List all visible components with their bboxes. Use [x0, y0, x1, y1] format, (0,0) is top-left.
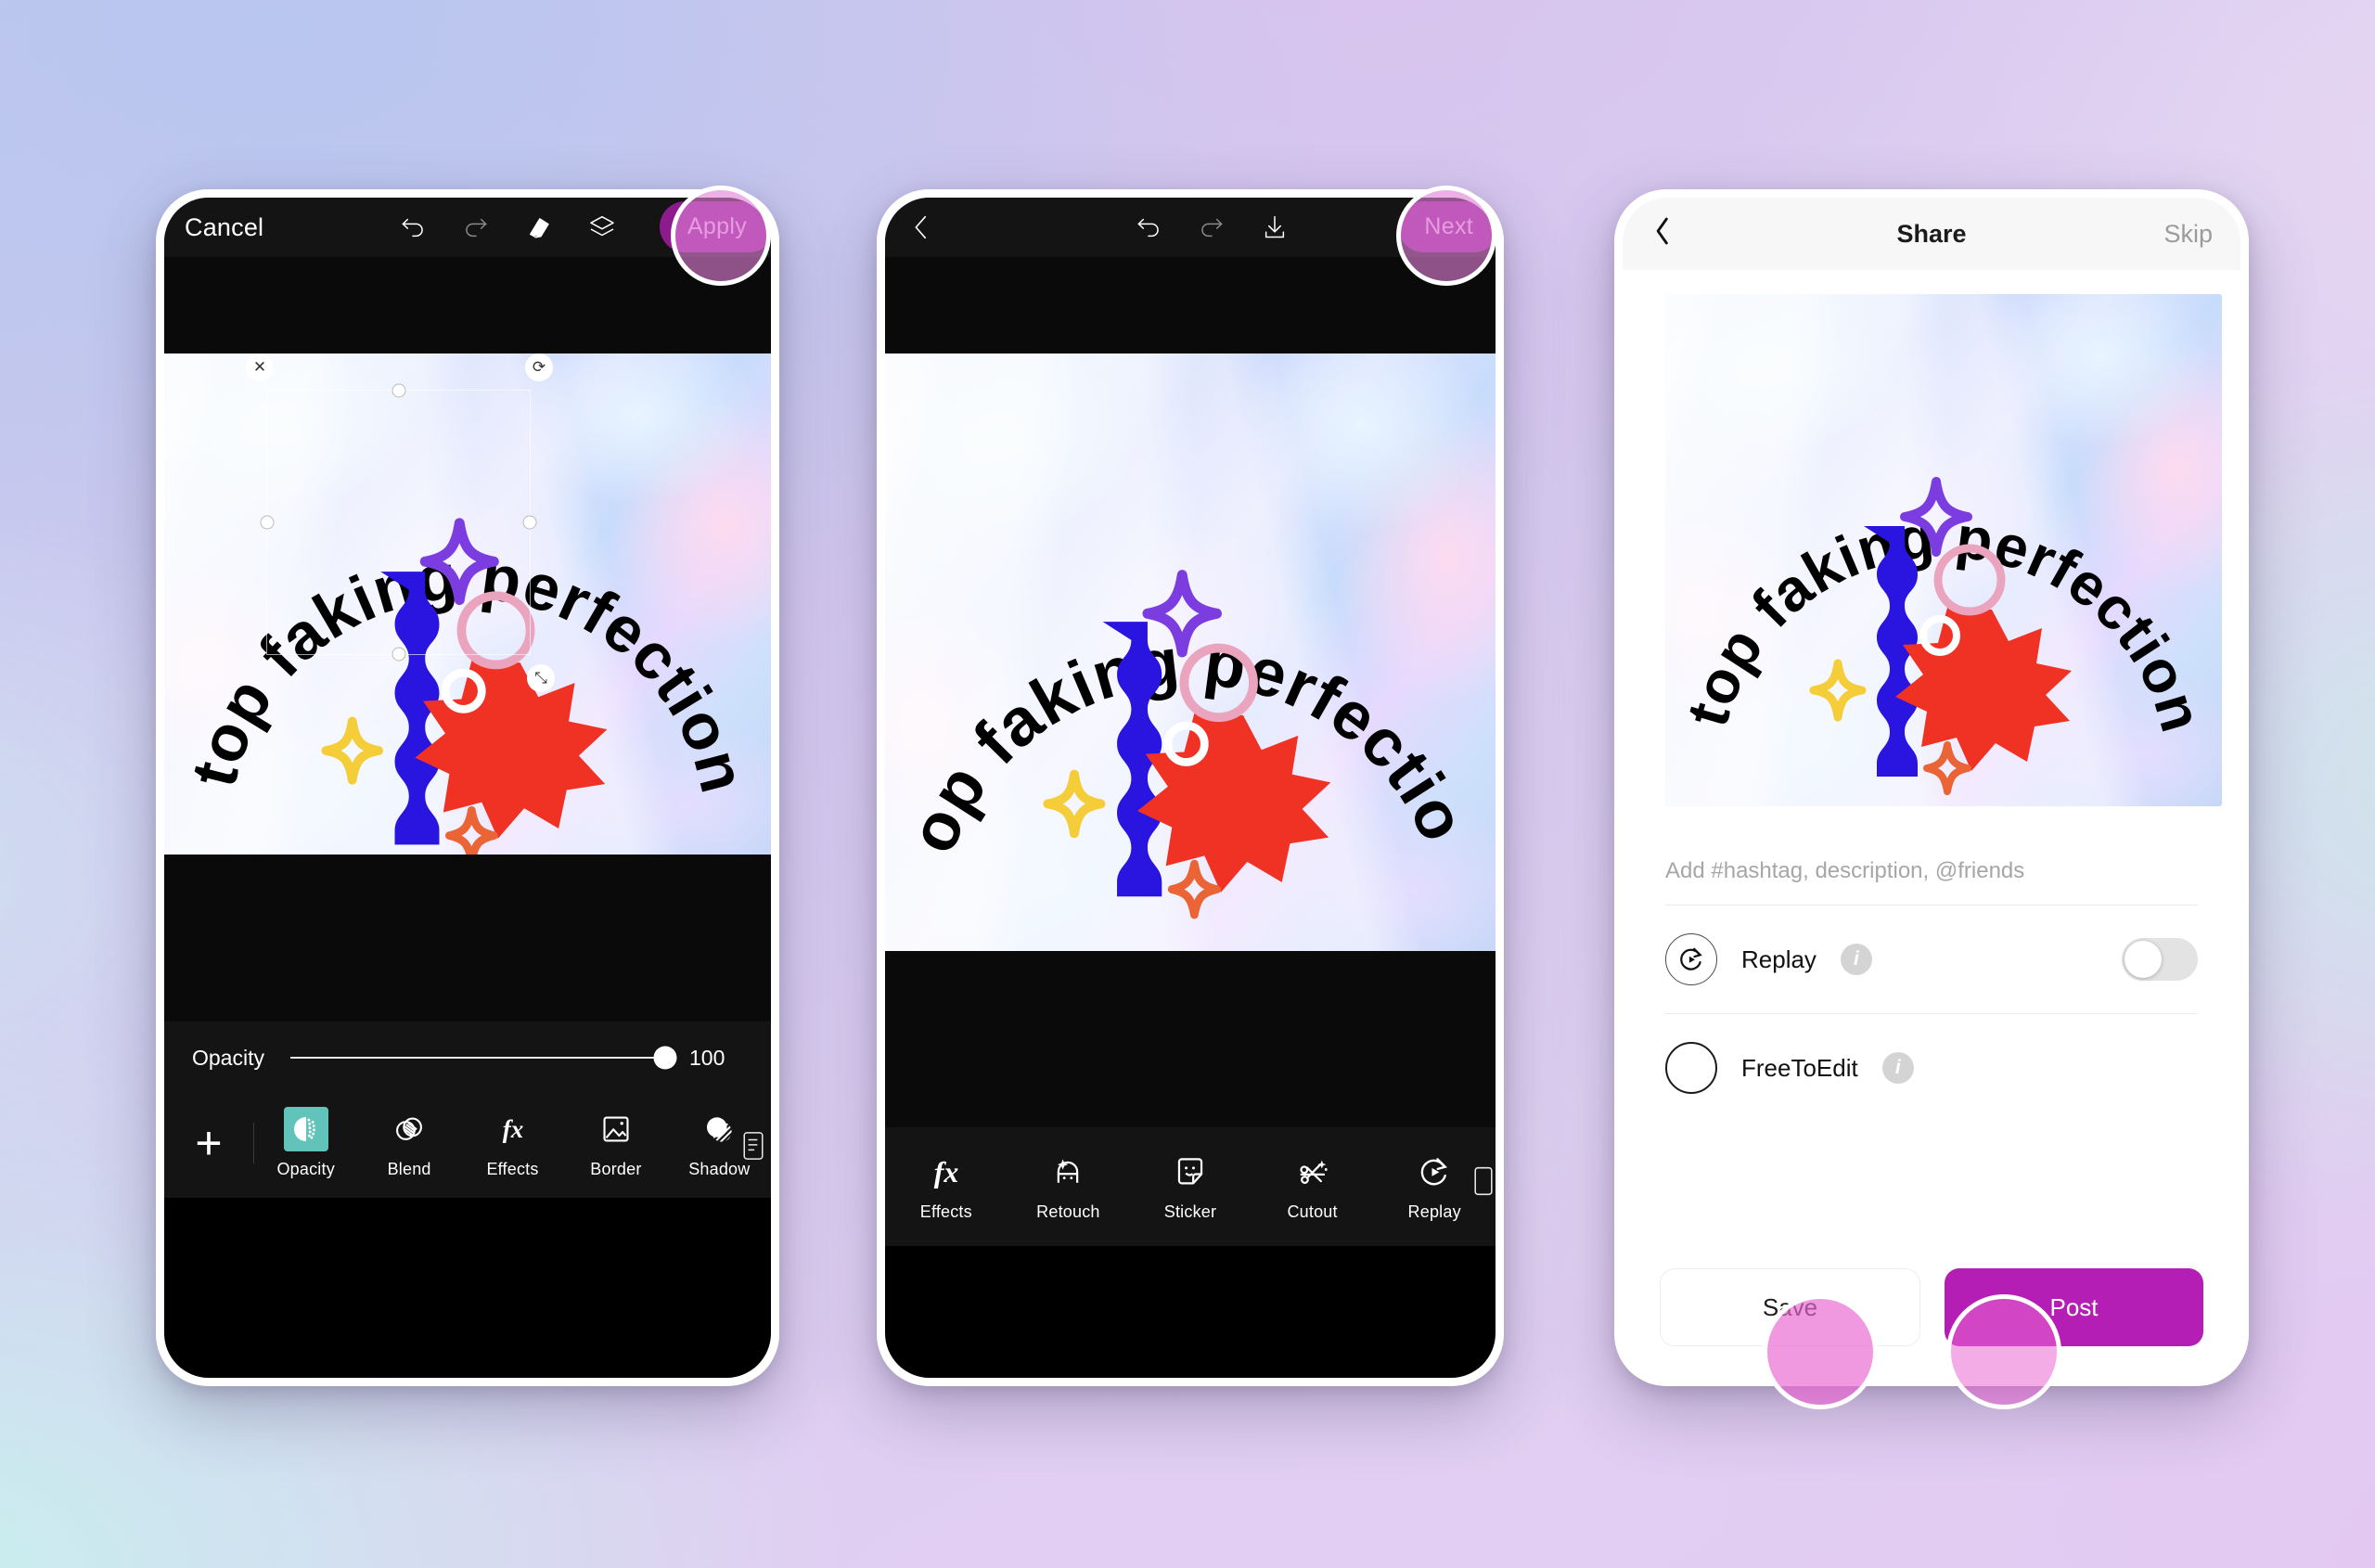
delete-layer-icon[interactable]: ✕ [246, 353, 274, 381]
share-header: Share Skip [1623, 198, 2240, 270]
info-icon[interactable]: i [1881, 1052, 1914, 1084]
blend-icon [387, 1107, 431, 1151]
tool-label: Retouch [1036, 1202, 1100, 1221]
option-row-freetoedit[interactable]: FreeToEdit i [1665, 1014, 2198, 1122]
rotate-layer-icon[interactable]: ⟳ [525, 353, 553, 381]
phone-editor-layers: Cancel Apply top faking perfection ✕ ⟳ ⤡… [156, 189, 779, 1386]
layers-icon[interactable] [586, 212, 618, 243]
clipboard-icon[interactable] [1473, 1165, 1494, 1202]
tool-blend[interactable]: Blend [357, 1107, 460, 1179]
layer-tool-strip: + Opacity Blend fx Effects Border Shadow [164, 1094, 771, 1198]
tool-opacity[interactable]: Opacity [254, 1107, 357, 1179]
yellow-sparkle-shape [1043, 769, 1106, 839]
svg-text:fx: fx [934, 1156, 959, 1189]
tool-label: Cutout [1287, 1202, 1338, 1221]
editor-top-bar: Cancel Apply [164, 198, 771, 257]
sticker-icon [1168, 1150, 1213, 1194]
selection-handle-top[interactable] [392, 383, 405, 398]
info-icon[interactable]: i [1840, 944, 1872, 975]
artwork-layer: Stop faking perfections [1665, 294, 2222, 806]
page-title: Share [1896, 219, 1967, 248]
circle-icon[interactable] [1665, 1042, 1717, 1094]
tool-label: Replay [1407, 1202, 1461, 1221]
opacity-icon [283, 1107, 328, 1151]
tool-label: Effects [486, 1160, 539, 1178]
post-preview-image[interactable]: Stop faking perfections [1665, 294, 2222, 806]
border-icon [594, 1107, 638, 1151]
tool-retouch[interactable]: Retouch [1008, 1150, 1130, 1222]
canvas-top-letterbox [885, 257, 1496, 353]
tool-border[interactable]: Border [564, 1107, 667, 1179]
yellow-sparkle-shape [1809, 659, 1867, 722]
tool-label: Effects [919, 1202, 972, 1221]
editor-canvas[interactable]: Stop faking perfections [885, 353, 1496, 951]
add-layer-button[interactable]: + [164, 1120, 253, 1166]
redo-icon[interactable] [1196, 212, 1227, 243]
opacity-slider-row[interactable]: Opacity 100 [164, 1022, 771, 1094]
yellow-sparkle-shape [321, 716, 383, 785]
replay-icon [1412, 1150, 1457, 1194]
selection-handle-bottom[interactable] [392, 647, 405, 662]
undo-icon[interactable] [397, 212, 429, 243]
fx-icon: fx [491, 1107, 535, 1151]
post-button[interactable]: Post [1945, 1268, 2203, 1346]
hashtag-input[interactable]: Add #hashtag, description, @friends [1665, 858, 2198, 884]
download-icon[interactable] [1259, 212, 1290, 243]
tool-label: Border [590, 1160, 642, 1178]
editor-canvas[interactable]: Stop faking perfections [164, 353, 771, 855]
tool-label: Blend [387, 1160, 431, 1178]
replay-toggle[interactable] [2122, 938, 2198, 981]
selection-box[interactable]: ✕ ⟳ ⤡ [246, 353, 555, 692]
orange-sparkle-shape [1167, 859, 1221, 919]
opacity-track[interactable] [289, 1046, 677, 1070]
opacity-value: 100 [689, 1045, 725, 1070]
shadow-icon [697, 1107, 741, 1151]
tool-effects[interactable]: fx Effects [461, 1107, 564, 1179]
clipboard-icon[interactable] [741, 1130, 765, 1166]
orange-sparkle-shape [1923, 741, 1971, 795]
resize-layer-icon[interactable]: ⤡ [527, 664, 555, 692]
eraser-icon[interactable] [523, 212, 555, 243]
replay-icon [1665, 933, 1717, 985]
editor-top-bar: Next [885, 198, 1496, 257]
option-label: FreeToEdit [1741, 1053, 1858, 1082]
selection-handle-left[interactable] [260, 515, 275, 530]
opacity-knob[interactable] [653, 1046, 677, 1070]
option-label: Replay [1741, 945, 1817, 973]
selection-handle-right[interactable] [522, 515, 537, 530]
option-row-replay[interactable]: Replay i [1665, 906, 2198, 1014]
next-button[interactable]: Next [1398, 201, 1496, 252]
cancel-button[interactable]: Cancel [185, 213, 263, 242]
canvas-bottom-letterbox [164, 855, 771, 1022]
back-chevron-icon[interactable] [1650, 212, 1675, 255]
tool-cutout[interactable]: Cutout [1252, 1150, 1374, 1222]
artwork-layer: Stop faking perfections [885, 353, 1496, 951]
skip-button[interactable]: Skip [2163, 220, 2213, 249]
svg-text:fx: fx [502, 1115, 523, 1143]
apply-button[interactable]: Apply [659, 201, 771, 252]
opacity-label: Opacity [192, 1045, 264, 1070]
tool-effects[interactable]: fx Effects [885, 1150, 1008, 1222]
phone-editor-main: Next Stop faking perfections [877, 189, 1504, 1386]
tool-label: Opacity [276, 1160, 335, 1178]
undo-icon[interactable] [1133, 212, 1164, 243]
canvas-top-letterbox [164, 257, 771, 353]
tool-sticker[interactable]: Sticker [1129, 1150, 1252, 1222]
main-tool-strip: fx Effects Retouch Sticker Cutout Replay [885, 1127, 1496, 1246]
cutout-icon [1290, 1150, 1335, 1194]
tool-label: Sticker [1163, 1202, 1217, 1221]
canvas-bottom-letterbox [885, 951, 1496, 1127]
redo-icon[interactable] [460, 212, 492, 243]
back-chevron-icon[interactable] [905, 212, 937, 243]
hashtag-field-row[interactable]: Add #hashtag, description, @friends [1665, 858, 2198, 906]
fx-icon: fx [924, 1150, 969, 1194]
save-button[interactable]: Save [1660, 1268, 1920, 1346]
retouch-icon [1046, 1150, 1090, 1194]
orange-sparkle-shape [445, 806, 498, 855]
phone-share-screen: Share Skip Stop faking perfections [1614, 189, 2249, 1386]
share-footer: Save Post [1623, 1248, 2240, 1378]
